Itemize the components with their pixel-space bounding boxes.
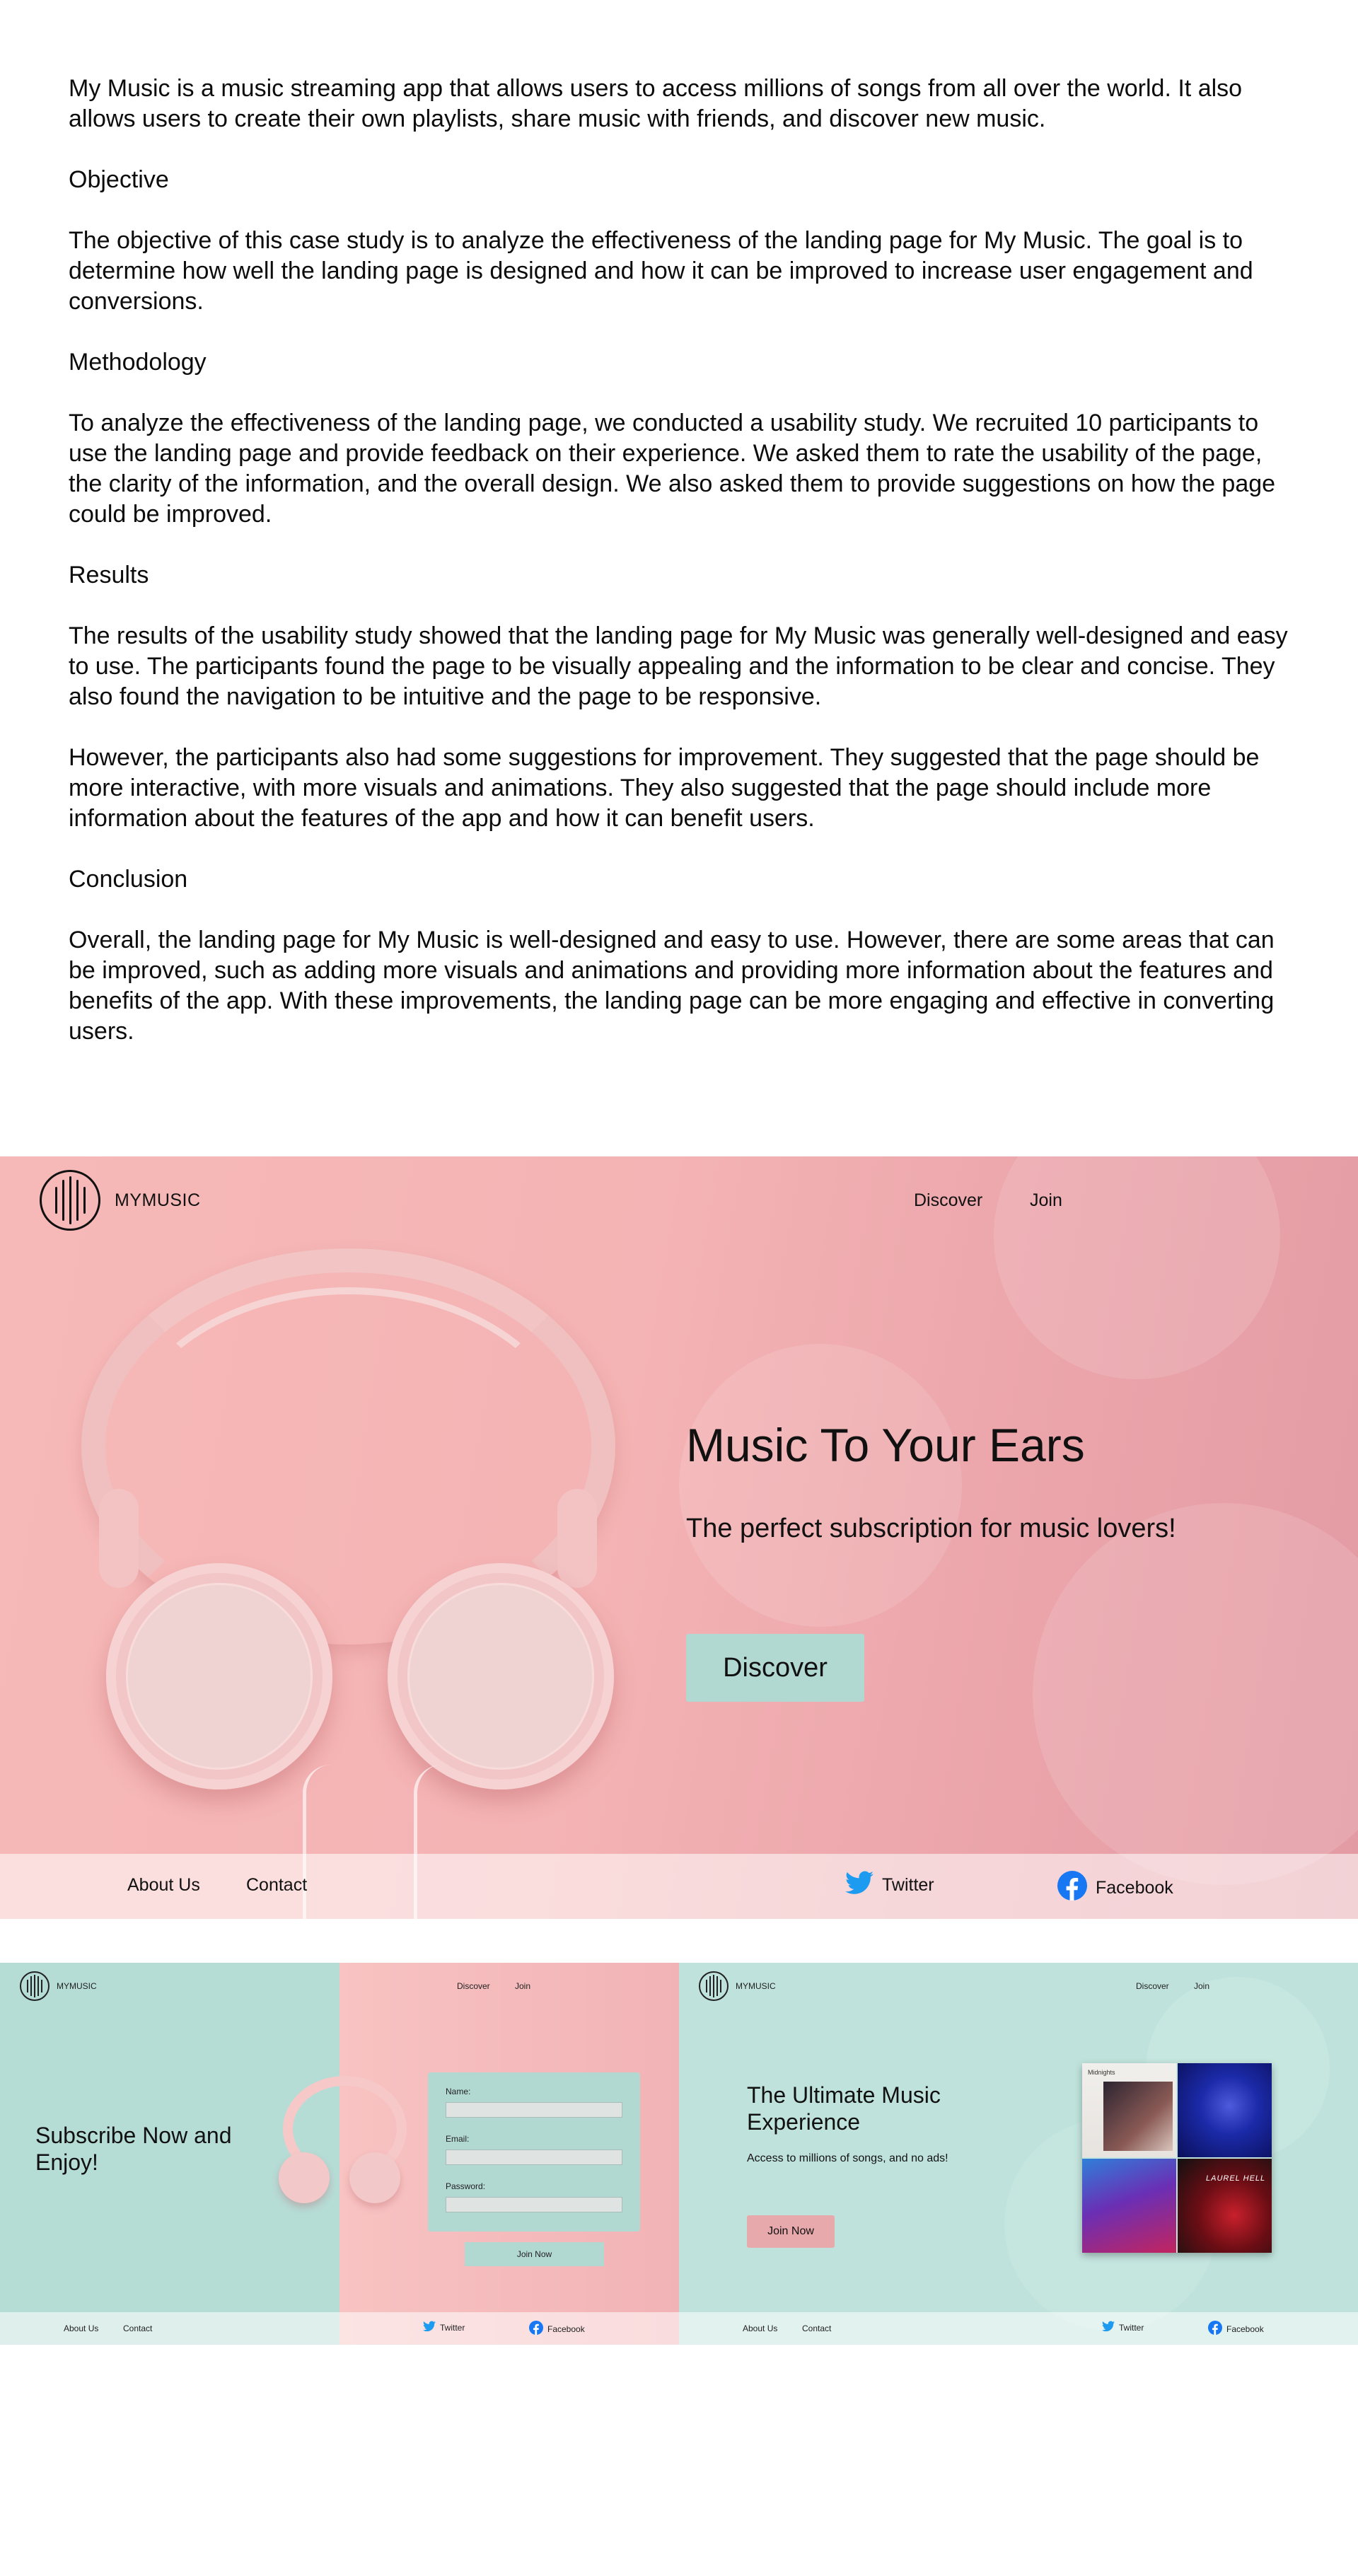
twitter-link[interactable]: Twitter xyxy=(845,1871,934,1900)
facebook-icon xyxy=(1057,1871,1087,1905)
discover-button[interactable]: Discover xyxy=(686,1634,864,1702)
results-paragraph: The results of the usability study showe… xyxy=(69,622,1288,710)
hero-subtitle: The perfect subscription for music lover… xyxy=(686,1514,1176,1543)
methodology-paragraph: To analyze the effectiveness of the land… xyxy=(69,410,1276,528)
intro-paragraph: My Music is a music streaming app that a… xyxy=(69,75,1243,132)
twitter-link[interactable]: Twitter xyxy=(423,2321,465,2334)
footer-contact-link[interactable]: Contact xyxy=(246,1875,307,1896)
album-title: Midnights xyxy=(1088,2069,1115,2076)
facebook-icon xyxy=(1208,2321,1222,2337)
email-field[interactable] xyxy=(446,2149,622,2165)
experience-heading: The Ultimate Music Experience xyxy=(747,2082,941,2135)
twitter-label: Twitter xyxy=(1119,2322,1144,2333)
footer: About Us Contact Twitter Facebook xyxy=(0,1854,1358,1919)
footer-about-link[interactable]: About Us xyxy=(64,2323,98,2333)
decor-circle xyxy=(679,1344,962,1627)
facebook-label: Facebook xyxy=(1096,1878,1173,1898)
footer: About Us Contact Twitter Facebook xyxy=(679,2312,1358,2345)
album-cover[interactable] xyxy=(1082,2159,1176,2253)
case-study: My Music is a music streaming app that a… xyxy=(69,74,1292,1077)
brand-name[interactable]: MYMUSIC xyxy=(57,1981,97,1991)
name-field[interactable] xyxy=(446,2102,622,2118)
objective-heading: Objective xyxy=(69,166,169,193)
footer-contact-link[interactable]: Contact xyxy=(802,2323,831,2333)
twitter-label: Twitter xyxy=(440,2322,465,2333)
password-label: Password: xyxy=(446,2181,486,2191)
join-now-button[interactable]: Join Now xyxy=(465,2242,604,2266)
hero-landing-mockup: MYMUSIC Discover Join Music To Your Ears… xyxy=(0,1156,1358,1919)
results-heading: Results xyxy=(69,562,149,588)
facebook-icon xyxy=(529,2321,543,2337)
twitter-link[interactable]: Twitter xyxy=(1102,2321,1144,2334)
decor-circle xyxy=(1033,1503,1358,1885)
conclusion-paragraph: Overall, the landing page for My Music i… xyxy=(69,927,1275,1045)
nav-join[interactable]: Join xyxy=(1194,1981,1209,1991)
suggestions-paragraph: However, the participants also had some … xyxy=(69,744,1260,832)
album-title: LAUREL HELL xyxy=(1206,2174,1266,2183)
facebook-label: Facebook xyxy=(547,2323,585,2334)
facebook-link[interactable]: Facebook xyxy=(529,2321,585,2337)
subscribe-heading: Subscribe Now and Enjoy! xyxy=(35,2123,232,2175)
album-cover[interactable]: LAUREL HELL xyxy=(1178,2159,1272,2253)
brand-name[interactable]: MYMUSIC xyxy=(736,1981,776,1991)
logo-icon[interactable] xyxy=(40,1170,100,1231)
conclusion-heading: Conclusion xyxy=(69,866,188,893)
signup-form: Name: Email: Password: xyxy=(428,2072,640,2232)
methodology-heading: Methodology xyxy=(69,349,207,376)
join-now-button[interactable]: Join Now xyxy=(747,2215,835,2248)
twitter-icon xyxy=(1102,2321,1115,2334)
footer-about-link[interactable]: About Us xyxy=(127,1875,200,1896)
album-grid: Midnights LAUREL HELL xyxy=(1082,2063,1272,2253)
brand-name[interactable]: MYMUSIC xyxy=(115,1190,201,1211)
facebook-label: Facebook xyxy=(1226,2323,1264,2334)
password-field[interactable] xyxy=(446,2197,622,2212)
experience-page-mockup: MYMUSIC Discover Join The Ultimate Music… xyxy=(679,1963,1358,2345)
facebook-link[interactable]: Facebook xyxy=(1057,1871,1173,1905)
email-label: Email: xyxy=(446,2134,470,2144)
album-cover[interactable]: Midnights xyxy=(1082,2063,1176,2157)
experience-subtitle: Access to millions of songs, and no ads! xyxy=(747,2152,948,2164)
logo-icon[interactable] xyxy=(20,1971,50,2001)
nav-discover[interactable]: Discover xyxy=(457,1981,490,1991)
subscribe-page-mockup: MYMUSIC Discover Join Subscribe Now and … xyxy=(0,1963,679,2345)
nav-join[interactable]: Join xyxy=(1030,1190,1062,1211)
name-label: Name: xyxy=(446,2087,471,2096)
objective-paragraph: The objective of this case study is to a… xyxy=(69,227,1253,315)
footer: About Us Contact Twitter Facebook xyxy=(0,2312,679,2345)
hero-title: Music To Your Ears xyxy=(686,1419,1085,1471)
logo-icon[interactable] xyxy=(699,1971,729,2001)
facebook-link[interactable]: Facebook xyxy=(1208,2321,1264,2337)
footer-contact-link[interactable]: Contact xyxy=(123,2323,152,2333)
twitter-icon xyxy=(845,1871,874,1900)
twitter-icon xyxy=(423,2321,436,2334)
nav-discover[interactable]: Discover xyxy=(1136,1981,1169,1991)
twitter-label: Twitter xyxy=(882,1875,934,1895)
footer-about-link[interactable]: About Us xyxy=(743,2323,777,2333)
album-cover[interactable] xyxy=(1178,2063,1272,2157)
nav-join[interactable]: Join xyxy=(515,1981,530,1991)
nav-discover[interactable]: Discover xyxy=(914,1190,982,1211)
